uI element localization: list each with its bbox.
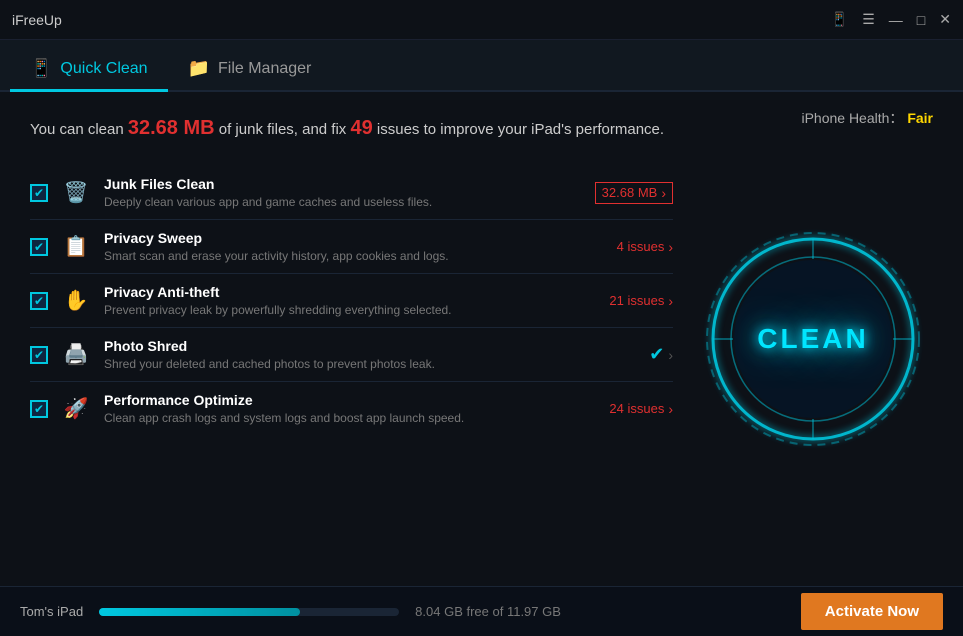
desc-privacy-anti-theft: Prevent privacy leak by powerfully shred… [104,303,597,317]
minimize-button[interactable]: — [889,12,903,28]
desc-photo-shred: Shred your deleted and cached photos to … [104,357,637,371]
device-name: Tom's iPad [20,604,83,619]
text-privacy-sweep: Privacy Sweep Smart scan and erase your … [104,230,605,263]
desc-junk-files: Deeply clean various app and game caches… [104,195,583,209]
item-junk-files: ✔ 🗑️ Junk Files Clean Deeply clean vario… [30,166,673,220]
icon-junk-files: 🗑️ [60,177,92,209]
title-performance-optimize: Performance Optimize [104,392,597,408]
tab-bar: 📱 Quick Clean 📁 File Manager [0,40,963,92]
window-controls: 📱 ☰ — □ ✕ [831,11,951,28]
icon-performance-optimize: 🚀 [60,393,92,425]
intro-text: You can clean 32.68 MB of junk files, an… [30,112,673,144]
iphone-health: iPhone Health： Fair [801,108,933,128]
junk-size: 32.68 MB [128,117,215,139]
issues-count: 49 [350,117,372,139]
icon-privacy-anti-theft: ✋ [60,285,92,317]
menu-icon[interactable]: ☰ [862,11,875,28]
health-value: Fair [907,110,933,126]
item-photo-shred: ✔ 🖨️ Photo Shred Shred your deleted and … [30,328,673,382]
tab-file-manager[interactable]: 📁 File Manager [168,48,332,92]
badge-photo-shred[interactable]: ✔ › [649,344,673,365]
item-privacy-anti-theft: ✔ ✋ Privacy Anti-theft Prevent privacy l… [30,274,673,328]
activate-now-button[interactable]: Activate Now [801,593,943,630]
item-performance-optimize: ✔ 🚀 Performance Optimize Clean app crash… [30,382,673,435]
title-bar: iFreeUp 📱 ☰ — □ ✕ [0,0,963,40]
checkbox-junk-files[interactable]: ✔ [30,184,48,202]
left-panel: You can clean 32.68 MB of junk files, an… [30,112,693,566]
intro-mid: of junk files, and fix [215,121,351,138]
app-title: iFreeUp [12,12,62,28]
icon-privacy-sweep: 📋 [60,231,92,263]
device-icon[interactable]: 📱 [831,11,848,28]
badge-junk-files[interactable]: 32.68 MB › [595,182,673,204]
text-photo-shred: Photo Shred Shred your deleted and cache… [104,338,637,371]
quick-clean-tab-icon: 📱 [30,58,52,79]
bottom-bar: Tom's iPad 8.04 GB free of 11.97 GB Acti… [0,586,963,636]
clean-button[interactable]: CLEAN [757,323,868,355]
title-privacy-anti-theft: Privacy Anti-theft [104,284,597,300]
checkbox-performance-optimize[interactable]: ✔ [30,400,48,418]
title-junk-files: Junk Files Clean [104,176,583,192]
checkbox-photo-shred[interactable]: ✔ [30,346,48,364]
title-privacy-sweep: Privacy Sweep [104,230,605,246]
badge-performance-optimize[interactable]: 24 issues › [609,401,673,417]
item-privacy-sweep: ✔ 📋 Privacy Sweep Smart scan and erase y… [30,220,673,274]
maximize-button[interactable]: □ [917,12,925,28]
close-button[interactable]: ✕ [939,11,951,28]
storage-text: 8.04 GB free of 11.97 GB [415,604,561,619]
icon-photo-shred: 🖨️ [60,339,92,371]
checkbox-privacy-anti-theft[interactable]: ✔ [30,292,48,310]
quick-clean-tab-label: Quick Clean [60,60,147,78]
badge-privacy-anti-theft[interactable]: 21 issues › [609,293,673,309]
storage-bar-fill [99,608,300,616]
intro-after: issues to improve your iPad's performanc… [373,121,664,138]
badge-privacy-sweep[interactable]: 4 issues › [617,239,673,255]
text-junk-files: Junk Files Clean Deeply clean various ap… [104,176,583,209]
right-panel: CLEAN [693,112,933,566]
main-content: iPhone Health： Fair You can clean 32.68 … [0,92,963,586]
desc-privacy-sweep: Smart scan and erase your activity histo… [104,249,605,263]
intro-before: You can clean [30,121,128,138]
text-performance-optimize: Performance Optimize Clean app crash log… [104,392,597,425]
health-label: iPhone Health： [801,110,903,126]
storage-bar [99,608,399,616]
clean-button-wrap: CLEAN [713,239,913,439]
file-manager-tab-label: File Manager [218,60,311,78]
title-photo-shred: Photo Shred [104,338,637,354]
file-manager-tab-icon: 📁 [188,58,210,79]
tab-quick-clean[interactable]: 📱 Quick Clean [10,48,168,92]
checkbox-privacy-sweep[interactable]: ✔ [30,238,48,256]
desc-performance-optimize: Clean app crash logs and system logs and… [104,411,597,425]
text-privacy-anti-theft: Privacy Anti-theft Prevent privacy leak … [104,284,597,317]
